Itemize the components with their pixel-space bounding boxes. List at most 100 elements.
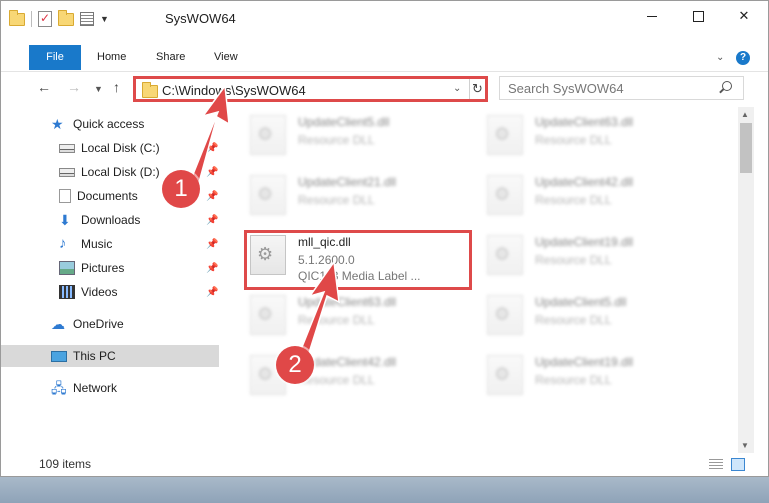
music-icon: ♪ — [59, 235, 67, 252]
pin-icon[interactable]: 📌 — [206, 263, 218, 274]
back-arrow-icon[interactable]: ← — [37, 79, 51, 95]
sidebar-item-onedrive[interactable]: ☁ OneDrive — [1, 313, 219, 335]
expand-ribbon-chevron-icon[interactable]: ⌄ — [716, 52, 724, 63]
large-icons-view-icon[interactable] — [731, 458, 745, 471]
pin-icon[interactable]: 📌 — [206, 143, 218, 154]
new-folder-icon[interactable] — [58, 9, 74, 26]
pin-icon[interactable]: 📌 — [206, 215, 218, 226]
sidebar-item-label: Music — [81, 237, 113, 251]
dll-file-icon — [250, 295, 286, 335]
search-input[interactable]: Search SysWOW64 — [508, 81, 624, 96]
scroll-up-icon[interactable]: ▲ — [741, 110, 749, 119]
file-type: Resource DLL — [298, 313, 375, 327]
file-name: UpdateClient5.dll — [298, 115, 390, 129]
quick-access-toolbar: ▼ — [9, 9, 109, 27]
customize-toolbar-dropdown-icon[interactable]: ▼ — [100, 14, 109, 24]
file-type: Resource DLL — [535, 133, 612, 147]
file-name: UpdateClient63.dll — [298, 295, 397, 309]
tab-view[interactable]: View — [214, 45, 238, 70]
pin-icon[interactable]: 📌 — [206, 191, 218, 202]
file-item[interactable]: UpdateClient19.dll Resource DLL — [487, 233, 707, 279]
file-name: UpdateClient19.dll — [535, 355, 634, 369]
file-name: UpdateClient5.dll — [535, 295, 627, 309]
sidebar-item-videos[interactable]: Videos 📌 — [1, 281, 219, 303]
file-name: UpdateClient21.dll — [298, 175, 397, 189]
title-bar: ▼ SysWOW64 ✕ — [1, 1, 768, 39]
sidebar-item-quick-access[interactable]: ★ Quick access — [1, 113, 219, 135]
divider — [469, 79, 470, 99]
desktop-background — [0, 477, 769, 503]
sidebar-item-label: OneDrive — [73, 317, 124, 331]
network-icon: 🖧 — [51, 380, 67, 396]
tab-home[interactable]: Home — [97, 45, 126, 70]
file-name: UpdateClient19.dll — [535, 235, 634, 249]
file-item[interactable]: UpdateClient5.dll Resource DLL — [250, 113, 470, 159]
sidebar-item-pictures[interactable]: Pictures 📌 — [1, 257, 219, 279]
refresh-icon[interactable]: ↻ — [472, 81, 483, 97]
file-item[interactable]: UpdateClient63.dll Resource DLL — [250, 293, 470, 339]
dll-file-icon — [250, 175, 286, 215]
file-type: Resource DLL — [535, 193, 612, 207]
scrollbar-thumb[interactable] — [740, 123, 752, 173]
tab-file[interactable]: File — [29, 45, 81, 70]
forward-arrow-icon[interactable]: → — [67, 79, 81, 95]
step-marker-1: 1 — [162, 170, 200, 208]
file-item[interactable]: UpdateClient63.dll Resource DLL — [487, 113, 707, 159]
recent-locations-chevron-icon[interactable]: ▼ — [94, 84, 103, 94]
file-item[interactable]: UpdateClient5.dll Resource DLL — [487, 293, 707, 339]
navigation-pane: ★ Quick access Local Disk (C:) 📌 Local D… — [1, 109, 223, 447]
details-view-icon[interactable] — [709, 459, 723, 471]
file-item[interactable]: UpdateClient21.dll Resource DLL — [250, 173, 470, 219]
search-icon[interactable] — [722, 81, 732, 91]
address-dropdown-icon[interactable]: ⌄ — [453, 83, 461, 94]
search-box[interactable]: Search SysWOW64 — [499, 76, 744, 100]
address-bar[interactable]: C:\Windows\SysWOW64 ⌄ ↻ — [133, 76, 488, 102]
pin-icon[interactable]: 📌 — [206, 287, 218, 298]
sidebar-item-downloads[interactable]: ⬇ Downloads 📌 — [1, 209, 219, 231]
dll-file-icon — [250, 115, 286, 155]
minimize-button[interactable] — [629, 1, 675, 31]
file-type: Resource DLL — [298, 193, 375, 207]
file-type: Resource DLL — [298, 133, 375, 147]
pin-icon[interactable]: 📌 — [206, 167, 218, 178]
file-highlight-box — [244, 230, 472, 290]
maximize-button[interactable] — [675, 1, 721, 31]
file-type: Resource DLL — [535, 253, 612, 267]
star-icon: ★ — [51, 116, 64, 132]
file-item[interactable]: UpdateClient42.dll Resource DLL — [487, 173, 707, 219]
scroll-down-icon[interactable]: ▼ — [741, 441, 749, 450]
folder-icon — [142, 82, 158, 98]
vertical-scrollbar[interactable]: ▲ ▼ — [738, 107, 754, 453]
documents-icon — [59, 189, 71, 203]
dll-file-icon — [487, 295, 523, 335]
pin-icon[interactable]: 📌 — [206, 239, 218, 250]
sidebar-item-label: Local Disk (C:) — [81, 141, 160, 155]
close-button[interactable]: ✕ — [721, 1, 767, 31]
sidebar-item-label: Downloads — [81, 213, 141, 227]
up-arrow-icon[interactable]: ↑ — [113, 79, 120, 95]
sidebar-item-this-pc[interactable]: This PC — [1, 345, 219, 367]
sidebar-item-label: Local Disk (D:) — [81, 165, 160, 179]
tab-share[interactable]: Share — [156, 45, 185, 70]
dll-file-icon — [487, 355, 523, 395]
sidebar-item-network[interactable]: 🖧 Network — [1, 377, 219, 399]
drive-icon — [59, 167, 75, 177]
ribbon: File Home Share View ⌄ ? — [1, 39, 768, 72]
sidebar-item-label: Quick access — [73, 117, 145, 131]
address-path[interactable]: C:\Windows\SysWOW64 — [162, 83, 306, 98]
folder-icon — [9, 9, 25, 26]
downloads-icon: ⬇ — [59, 212, 71, 228]
videos-icon — [59, 285, 75, 299]
sidebar-item-local-disk-c[interactable]: Local Disk (C:) 📌 — [1, 137, 219, 159]
sidebar-item-label: This PC — [73, 349, 116, 363]
properties-icon[interactable] — [80, 12, 94, 26]
file-item[interactable]: UpdateClient19.dll Resource DLL — [487, 353, 707, 399]
properties-check-icon[interactable] — [38, 11, 52, 27]
navigation-bar: ← → ▼ ↑ C:\Windows\SysWOW64 ⌄ ↻ Search S… — [1, 72, 768, 106]
help-icon[interactable]: ? — [736, 51, 750, 65]
sidebar-item-label: Documents — [77, 189, 138, 203]
sidebar-item-music[interactable]: ♪ Music 📌 — [1, 233, 219, 255]
drive-icon — [59, 143, 75, 153]
sidebar-item-label: Videos — [81, 285, 118, 299]
dll-file-icon — [487, 115, 523, 155]
